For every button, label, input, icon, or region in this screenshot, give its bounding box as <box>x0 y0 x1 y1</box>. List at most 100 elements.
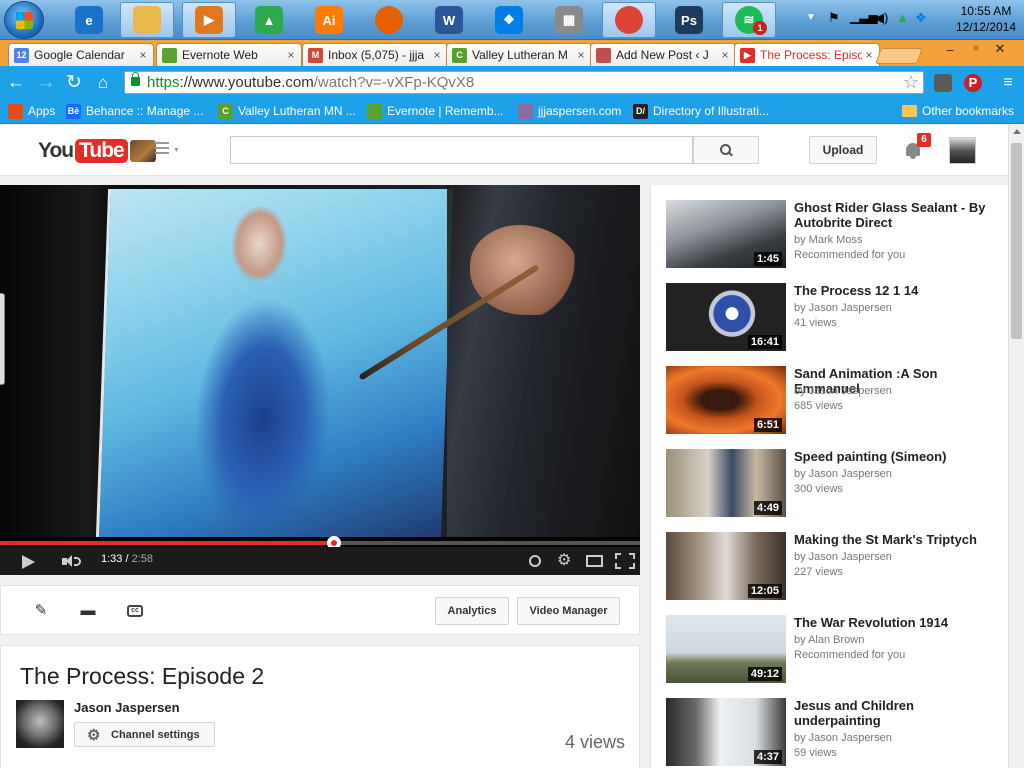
related-video-item[interactable]: 4:37 Jesus and Children underpainting by J… <box>666 698 1006 768</box>
taskbar-app-button[interactable]: ▲ <box>242 2 296 38</box>
maximize-window-icon[interactable]: ▫ <box>964 40 988 55</box>
settings-gear-icon[interactable]: ⚙ <box>557 552 571 570</box>
channel-settings-button[interactable]: ⚙ Channel settings <box>74 722 215 747</box>
minimize-window-icon[interactable]: ‒ <box>938 42 962 57</box>
pinterest-extension-icon[interactable]: P <box>964 74 982 92</box>
browser-tab[interactable]: 12 Google Calendar × <box>8 43 154 66</box>
bookmark-item[interactable]: Evernote | Rememb... <box>367 102 504 120</box>
youtube-logo[interactable]: You Tube <box>38 137 156 165</box>
fullscreen-icon[interactable] <box>615 553 635 569</box>
browser-tab[interactable]: Evernote Web × <box>156 43 302 66</box>
bookmark-item[interactable]: jjjaspersen.com <box>518 102 621 120</box>
video-thumbnail[interactable]: 4:49 <box>666 449 786 517</box>
action-center-flag-icon[interactable]: ⚑ <box>828 10 840 26</box>
tab-close-icon[interactable]: × <box>430 48 444 62</box>
taskbar-app-button[interactable]: W <box>422 2 476 38</box>
taskbar-app-button[interactable] <box>362 2 416 38</box>
search-input[interactable] <box>230 136 693 164</box>
chrome-menu-icon[interactable]: ≡ <box>998 73 1018 93</box>
video-frame[interactable] <box>0 185 640 537</box>
page-scrollbar[interactable] <box>1008 125 1024 768</box>
taskbar-app-button[interactable]: Ps <box>662 2 716 38</box>
related-video-item[interactable]: 12:05 Making the St Mark's Triptych by Jas… <box>666 532 1006 602</box>
drive-sync-icon[interactable]: ▲ <box>896 10 909 25</box>
bookmark-item[interactable]: Apps <box>8 102 55 120</box>
volume-icon[interactable] <box>62 555 82 568</box>
bookmark-item[interactable]: C Valley Lutheran MN ... <box>218 102 356 120</box>
reload-icon[interactable]: ↻ <box>64 73 84 93</box>
play-icon[interactable] <box>22 555 35 569</box>
annotations-icon[interactable]: ▬ <box>79 602 97 620</box>
progress-bar[interactable] <box>0 536 640 550</box>
volume-icon[interactable]: ◀) <box>874 10 888 26</box>
related-video-title[interactable]: Speed painting (Simeon) <box>794 449 999 464</box>
taskbar-app-button[interactable] <box>602 2 656 38</box>
tab-close-icon[interactable]: × <box>136 48 150 62</box>
dropbox-tray-icon[interactable]: ❖ <box>915 10 927 26</box>
related-video-title[interactable]: Ghost Rider Glass Sealant - By Autobrite… <box>794 200 999 230</box>
channel-avatar[interactable] <box>16 700 64 748</box>
video-thumbnail[interactable]: 16:41 <box>666 283 786 351</box>
other-bookmarks-folder[interactable]: Other bookmarks <box>902 102 1014 120</box>
analytics-button[interactable]: Analytics <box>435 597 509 625</box>
new-tab-button[interactable] <box>875 48 923 64</box>
related-video-item[interactable]: 6:51 Sand Animation :A Son Emmanuel by Jas… <box>666 366 1006 436</box>
related-video-channel: by Jason Jaspersen <box>794 468 892 480</box>
account-avatar[interactable] <box>949 137 976 164</box>
channel-name-link[interactable]: Jason Jaspersen <box>74 700 180 715</box>
guide-menu-icon[interactable]: ▼ <box>155 142 181 158</box>
video-thumbnail[interactable]: 6:51 <box>666 366 786 434</box>
taskbar-app-button[interactable]: ≋ 1 <box>722 2 776 38</box>
browser-tab[interactable]: C Valley Lutheran M × <box>446 43 592 66</box>
tab-close-icon[interactable]: × <box>862 48 876 62</box>
start-button[interactable] <box>4 1 44 39</box>
scrollbar-thumb[interactable] <box>1011 143 1022 339</box>
show-hidden-icons-icon[interactable]: ▼ <box>806 12 816 23</box>
video-thumbnail[interactable]: 12:05 <box>666 532 786 600</box>
home-icon[interactable]: ⌂ <box>93 73 113 93</box>
edit-pencil-icon[interactable]: ✎ <box>32 602 50 620</box>
bookmark-star-icon[interactable]: ☆ <box>903 72 919 93</box>
related-video-title[interactable]: The War Revolution 1914 <box>794 615 999 630</box>
video-thumbnail[interactable]: 1:45 <box>666 200 786 268</box>
tab-close-icon[interactable]: × <box>284 48 298 62</box>
scroll-up-arrow-icon[interactable] <box>1013 129 1021 134</box>
forward-arrow-icon[interactable]: → <box>36 73 56 93</box>
upload-button[interactable]: Upload <box>809 136 877 164</box>
close-window-icon[interactable]: ✕ <box>988 41 1012 57</box>
browser-tab[interactable]: Add New Post ‹ J × <box>590 43 736 66</box>
video-manager-button[interactable]: Video Manager <box>517 597 620 625</box>
related-video-item[interactable]: 4:49 Speed painting (Simeon) by Jason Jasp… <box>666 449 1006 519</box>
search-button[interactable] <box>693 136 759 164</box>
browser-tab[interactable]: M Inbox (5,075) - jjja × <box>302 43 448 66</box>
taskbar-app-button[interactable]: ▶ <box>182 2 236 38</box>
captions-cc-icon[interactable]: cc <box>127 605 143 617</box>
taskbar-app-button[interactable]: ❖ <box>482 2 536 38</box>
video-duration-badge: 4:37 <box>753 750 782 764</box>
related-video-item[interactable]: 16:41 The Process 12 1 14 by Jason Jaspers… <box>666 283 1006 353</box>
evernote-extension-icon[interactable] <box>934 74 952 92</box>
address-bar[interactable]: https://www.youtube.com/watch?v=-vXFp-KQ… <box>124 71 924 94</box>
related-video-item[interactable]: 49:12 The War Revolution 1914 by Alan Brow… <box>666 615 1006 685</box>
related-video-item[interactable]: 1:45 Ghost Rider Glass Sealant - By Autob… <box>666 200 1006 270</box>
tab-close-icon[interactable]: × <box>574 48 588 62</box>
related-video-title[interactable]: Jesus and Children underpainting <box>794 698 999 728</box>
bookmark-item[interactable]: D/Directory of Illustrati... <box>633 102 769 120</box>
taskbar-clock[interactable]: 10:55 AM 12/12/2014 <box>956 3 1016 35</box>
video-player[interactable]: 1:33 / 2:58 ⚙ <box>0 185 640 575</box>
tab-close-icon[interactable]: × <box>718 48 732 62</box>
bookmark-item[interactable]: Bē Behance :: Manage ... <box>66 102 203 120</box>
theater-mode-icon[interactable] <box>586 555 603 567</box>
browser-tab[interactable]: ▶ The Process: Episo × <box>734 43 880 66</box>
video-thumbnail[interactable]: 4:37 <box>666 698 786 766</box>
taskbar-app-button[interactable]: Ai <box>302 2 356 38</box>
watch-later-icon[interactable] <box>529 555 541 567</box>
taskbar-app-button[interactable]: e <box>62 2 116 38</box>
related-video-title[interactable]: The Process 12 1 14 <box>794 283 999 298</box>
taskbar-app-button[interactable]: ▦ <box>542 2 596 38</box>
video-thumbnail[interactable]: 49:12 <box>666 615 786 683</box>
back-arrow-icon[interactable]: ← <box>6 73 26 93</box>
related-video-title[interactable]: Making the St Mark's Triptych <box>794 532 999 547</box>
taskbar-app-button[interactable] <box>120 2 174 38</box>
side-panel-handle[interactable] <box>0 293 5 385</box>
